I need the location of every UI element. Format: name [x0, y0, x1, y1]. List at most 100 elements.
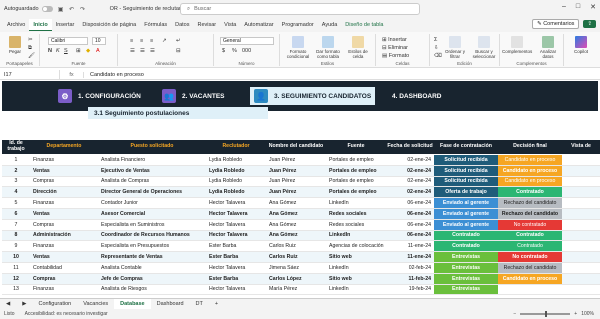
cell-reclutador[interactable]: Lydia Robledo: [206, 155, 266, 166]
cell-fase[interactable]: Contratado: [434, 241, 498, 253]
thousands-icon[interactable]: 000: [242, 48, 251, 54]
align-middle-icon[interactable]: ≡: [140, 38, 143, 44]
cell-decision[interactable]: Candidato en proceso: [498, 165, 562, 177]
cell-vista[interactable]: [562, 177, 600, 188]
share-button[interactable]: ⇪: [583, 20, 596, 28]
header-candidato[interactable]: Nombre del candidato: [266, 140, 326, 154]
nav-tab-vacantes[interactable]: 👥 2. VACANTES: [162, 87, 225, 105]
cell-fecha[interactable]: 11-ene-24: [386, 252, 434, 263]
cell-fecha[interactable]: 02-ene-24: [386, 177, 434, 188]
cell-departamento[interactable]: Administración: [30, 230, 98, 242]
cell-fase[interactable]: Solicitud recibida: [434, 165, 498, 177]
cell-vista[interactable]: [562, 241, 600, 253]
cell-vista[interactable]: [562, 187, 600, 199]
cell-departamento[interactable]: Ventas: [30, 165, 98, 177]
cell-decision[interactable]: Candidato en proceso: [498, 273, 562, 285]
format-cells-button[interactable]: ▤ Formato: [382, 53, 409, 59]
font-name-select[interactable]: Calibri: [48, 37, 88, 45]
insert-cells-button[interactable]: ⊞ Insertar: [382, 37, 407, 43]
cell-id[interactable]: 10: [2, 252, 30, 263]
cell-decision[interactable]: [498, 285, 562, 296]
zoom-level[interactable]: 100%: [581, 311, 594, 317]
cell-puesto[interactable]: Analista de Riesgos: [98, 285, 206, 296]
formula-input[interactable]: Candidato en proceso: [84, 72, 144, 78]
cell-vista[interactable]: [562, 220, 600, 231]
cell-fecha[interactable]: 02-feb-24: [386, 263, 434, 274]
cell-reclutador[interactable]: Lydia Robledo: [206, 177, 266, 188]
add-sheet-icon[interactable]: +: [209, 299, 224, 310]
cell-reclutador[interactable]: Hector Talavera: [206, 263, 266, 274]
cell-vista[interactable]: [562, 273, 600, 285]
menu-item[interactable]: Insertar: [52, 19, 79, 31]
cell-decision[interactable]: Rechazo del candidato: [498, 263, 562, 274]
cell-fecha[interactable]: 06-ene-24: [386, 198, 434, 209]
menu-item[interactable]: Archivo: [3, 19, 29, 31]
cut-icon[interactable]: ✂: [28, 37, 33, 43]
cell-candidato[interactable]: Carlos López: [266, 273, 326, 285]
cell-fase[interactable]: Contratado: [434, 230, 498, 242]
cell-fuente[interactable]: LinkedIn: [326, 285, 386, 296]
cell-candidato[interactable]: Juan Pérez: [266, 187, 326, 199]
cell-departamento[interactable]: Compras: [30, 220, 98, 231]
zoom-control[interactable]: − + 100%: [513, 311, 594, 317]
autosum-icon[interactable]: Σ: [434, 37, 437, 43]
cell-id[interactable]: 5: [2, 198, 30, 209]
delete-cells-button[interactable]: ⊟ Eliminar: [382, 45, 408, 51]
cell-departamento[interactable]: Finanzas: [30, 285, 98, 296]
cell-fase[interactable]: Solicitud recibida: [434, 176, 498, 188]
cell-departamento[interactable]: Contabilidad: [30, 263, 98, 274]
cell-fecha[interactable]: 11-feb-24: [386, 273, 434, 285]
cell-fuente[interactable]: Portales de empleo: [326, 187, 386, 199]
cell-fuente[interactable]: LinkedIn: [326, 263, 386, 274]
header-reclutador[interactable]: Reclutador: [206, 140, 266, 154]
cell-fase[interactable]: Enviado al gerente: [434, 209, 498, 220]
cell-id[interactable]: 11: [2, 263, 30, 274]
undo-icon[interactable]: ↶: [68, 5, 76, 13]
borders-icon[interactable]: ⊞: [76, 48, 81, 54]
cell-styles-button[interactable]: Estilos de celda: [344, 36, 372, 59]
sheet-tab[interactable]: DT: [190, 299, 209, 310]
cell-fecha[interactable]: 19-feb-24: [386, 285, 434, 296]
cell-reclutador[interactable]: Hector Talavera: [206, 285, 266, 296]
cell-candidato[interactable]: Carlos Ruiz: [266, 241, 326, 253]
menu-item[interactable]: Programador: [278, 19, 318, 31]
cell-id[interactable]: 3: [2, 177, 30, 188]
minimize-icon[interactable]: –: [562, 3, 566, 11]
cell-puesto[interactable]: Especialista en Presupuestos: [98, 241, 206, 253]
cell-reclutador[interactable]: Hector Talavera: [206, 230, 266, 242]
cell-departamento[interactable]: Ventas: [30, 252, 98, 263]
sheet-tab[interactable]: Configuration: [32, 299, 77, 310]
header-decision[interactable]: Decisión final: [498, 140, 562, 154]
cell-fuente[interactable]: Sitio web: [326, 252, 386, 263]
cell-fase[interactable]: Enviado al gerente: [434, 198, 498, 209]
cell-vista[interactable]: [562, 285, 600, 296]
prev-sheet-icon[interactable]: ◀: [0, 299, 16, 310]
fill-color-icon[interactable]: ◆: [86, 48, 90, 54]
cell-reclutador[interactable]: Hector Talavera: [206, 198, 266, 209]
cell-fuente[interactable]: Agencias de colocación: [326, 241, 386, 253]
cell-departamento[interactable]: Ventas: [30, 209, 98, 220]
cell-candidato[interactable]: Ana Gómez: [266, 220, 326, 231]
cell-id[interactable]: 12: [2, 273, 30, 285]
cell-puesto[interactable]: Jefe de Compras: [98, 273, 206, 285]
cell-fecha[interactable]: 06-ene-24: [386, 209, 434, 220]
cell-fuente[interactable]: Redes sociales: [326, 220, 386, 231]
nav-tab-dashboard[interactable]: 4. DASHBOARD: [392, 87, 441, 105]
cell-fuente[interactable]: Sitio web: [326, 273, 386, 285]
italic-icon[interactable]: K: [56, 48, 60, 54]
cell-puesto[interactable]: Especialista en Suministros: [98, 220, 206, 231]
cell-decision[interactable]: No contratado: [498, 219, 562, 231]
fx-icon[interactable]: fx: [60, 71, 84, 78]
cell-puesto[interactable]: Analista Financiero: [98, 155, 206, 166]
bold-icon[interactable]: N: [48, 48, 52, 54]
cell-decision[interactable]: Rechazo del candidato: [498, 198, 562, 209]
cell-reclutador[interactable]: Hector Talavera: [206, 220, 266, 231]
wrap-text-icon[interactable]: ↵: [176, 38, 181, 44]
merge-icon[interactable]: ⊟: [176, 48, 181, 54]
cell-candidato[interactable]: Jimena Sáez: [266, 263, 326, 274]
menu-item[interactable]: Disposición de página: [78, 19, 140, 31]
cell-reclutador[interactable]: Ester Barba: [206, 252, 266, 263]
menu-item[interactable]: Revisar: [194, 19, 221, 31]
cell-candidato[interactable]: Juan Pérez: [266, 165, 326, 177]
cell-puesto[interactable]: Coordinador de Recursos Humanos: [98, 230, 206, 242]
